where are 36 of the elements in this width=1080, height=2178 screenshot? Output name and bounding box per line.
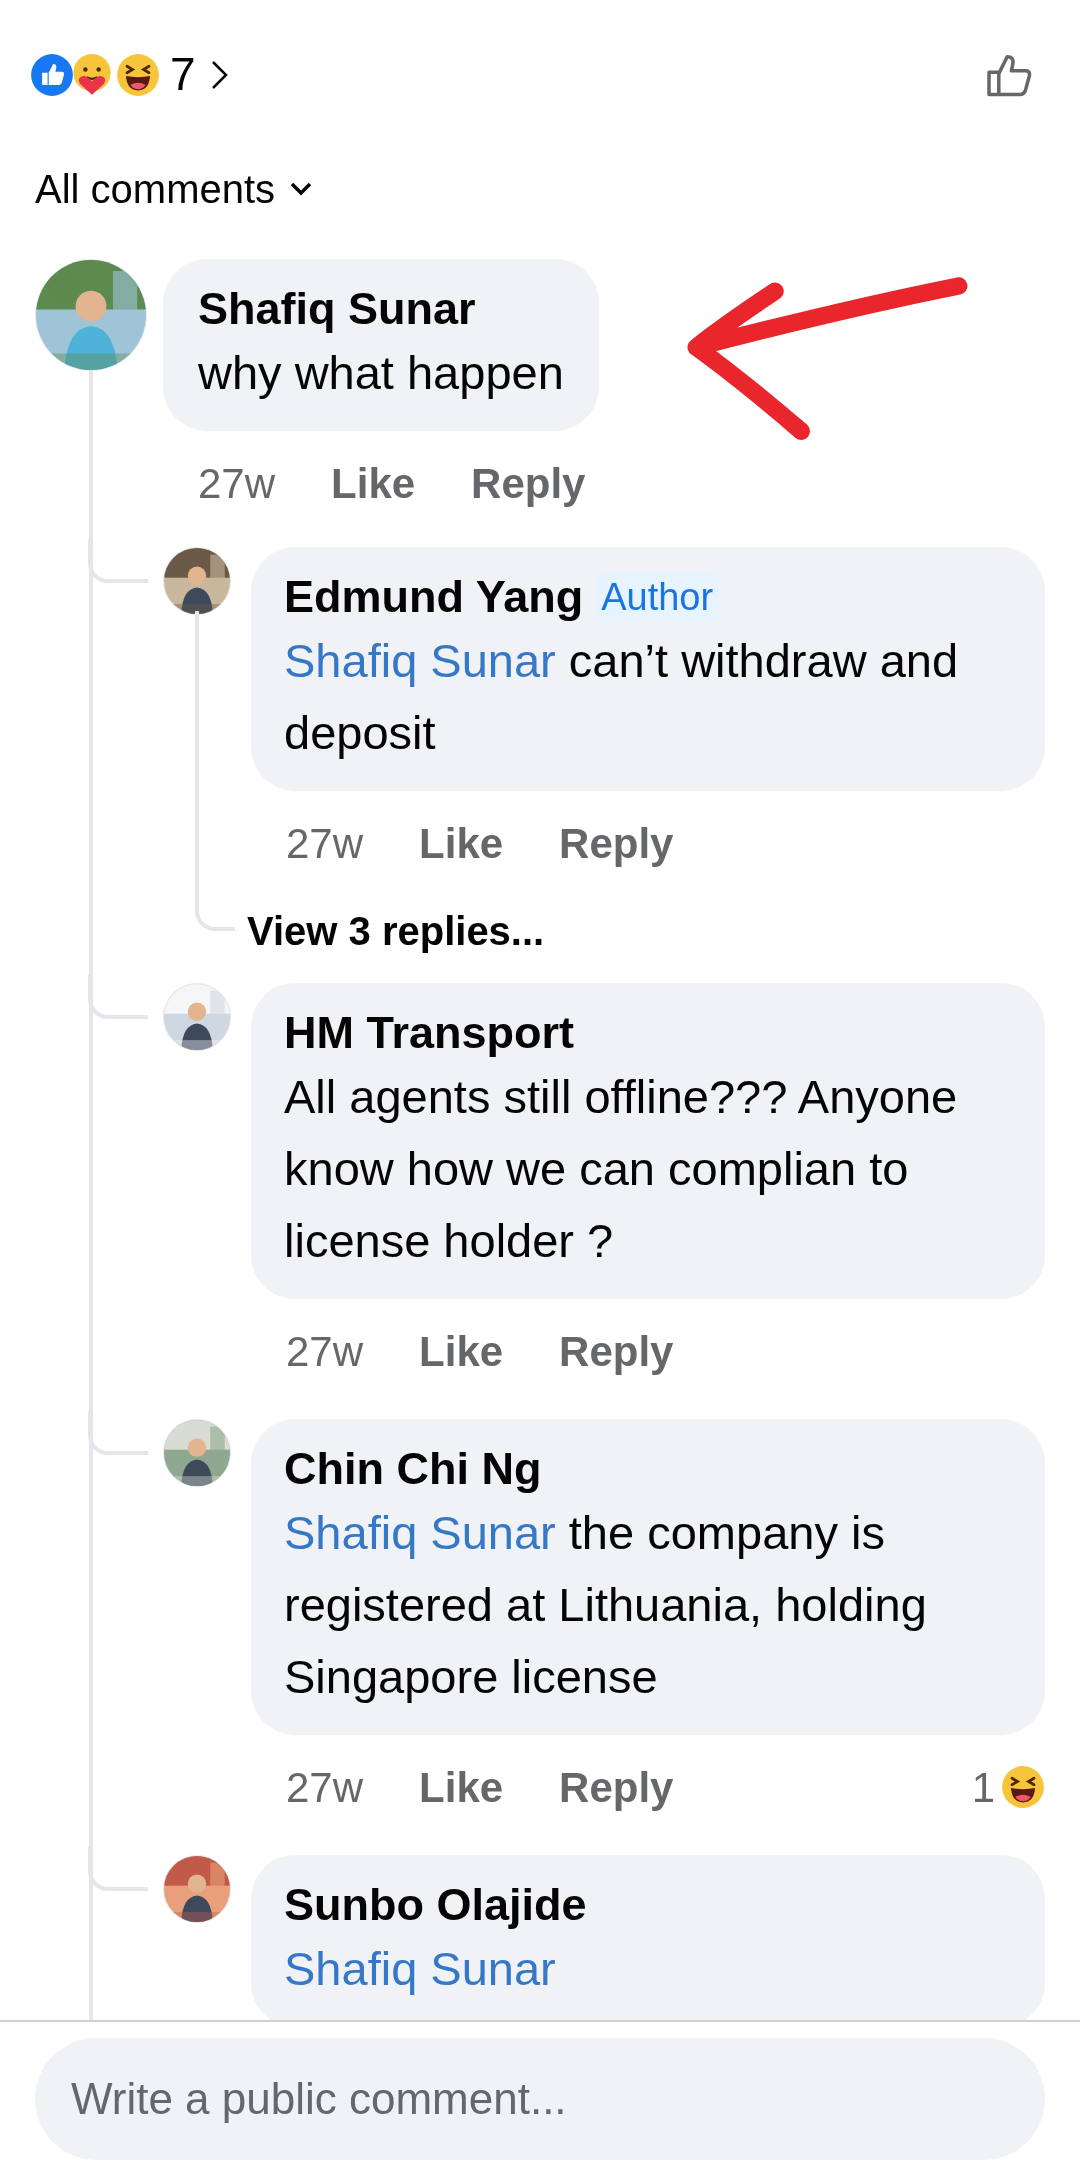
comment-text: why what happen	[198, 345, 564, 401]
comment-time: 27w	[286, 1762, 364, 1813]
like-button[interactable]: Like	[419, 811, 504, 875]
like-button[interactable]: Like	[419, 1755, 504, 1819]
like-button[interactable]: Like	[419, 1319, 504, 1383]
comment-time: 27w	[198, 458, 276, 509]
comment-text: Shafiq Sunar the company is registered at Lithuania, holding Singapore license	[284, 1505, 928, 1705]
reply-button[interactable]: Reply	[559, 811, 674, 875]
reaction-count[interactable]: 7	[170, 40, 196, 109]
mention-link[interactable]: Shafiq Sunar	[284, 634, 556, 687]
comment-text: Shafiq Sunar can’t withdraw and deposit	[284, 633, 960, 761]
comment-time: 27w	[286, 1326, 364, 1377]
reply-button[interactable]: Reply	[559, 1755, 674, 1819]
like-button[interactable]: Like	[331, 451, 416, 515]
comment-time: 27w	[286, 818, 364, 869]
author-name[interactable]: Chin Chi Ng	[284, 1441, 542, 1497]
author-name[interactable]: HM Transport	[284, 1005, 575, 1061]
reply-button[interactable]: Reply	[471, 451, 586, 515]
view-replies-link[interactable]: View 3 replies...	[247, 901, 545, 961]
author-name[interactable]: Shafiq Sunar	[198, 281, 476, 337]
chevron-right-icon[interactable]	[209, 59, 230, 90]
reply-button[interactable]: Reply	[559, 1319, 674, 1383]
author-name[interactable]: Sunbo Olajide	[284, 1877, 587, 1933]
comment-input[interactable]: Write a public comment...	[35, 2038, 1045, 2160]
filter-label[interactable]: All comments	[35, 159, 276, 219]
author-name[interactable]: Edmund Yang	[284, 569, 584, 625]
hugging-face-icon	[70, 52, 114, 97]
reaction-count[interactable]: 1	[971, 1755, 995, 1819]
comment-text: All agents still offline??? Anyone know how we can complian to license holder ?	[284, 1069, 959, 1269]
mention-link[interactable]: Shafiq Sunar	[284, 1942, 556, 1995]
laughing-face-icon	[116, 52, 160, 97]
mention-link[interactable]: Shafiq Sunar	[284, 1506, 556, 1559]
author-badge: Author	[595, 572, 720, 622]
chevron-down-icon[interactable]	[289, 181, 314, 197]
laughing-face-icon	[1001, 1765, 1045, 1809]
like-reaction-icon	[30, 52, 74, 97]
